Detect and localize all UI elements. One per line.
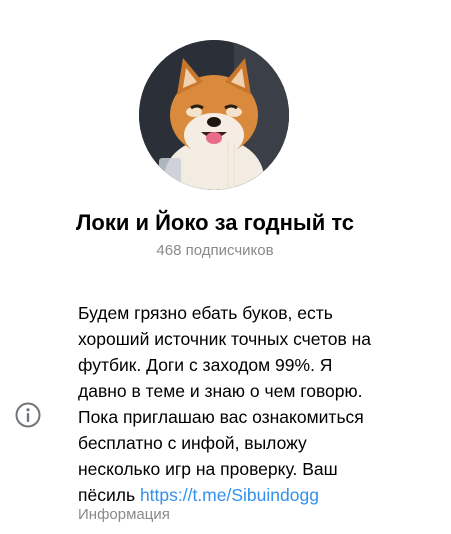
subscriber-count: 468 подписчиков	[156, 242, 274, 259]
channel-description: Будем грязно ебать буков, есть хороший и…	[78, 300, 423, 508]
description-line: бесплатно с инфой, выложу	[78, 433, 307, 453]
info-label: Информация	[78, 506, 170, 523]
description-line: Пока приглашаю вас ознакомиться	[78, 407, 364, 427]
description-line: давно в теме и знаю о чем говорю.	[78, 381, 363, 401]
description-line: Будем грязно ебать буков, есть	[78, 303, 333, 323]
shiba-dog-image	[139, 40, 289, 190]
info-icon	[14, 401, 42, 429]
description-line: футбик. Доги с заходом 99%. Я	[78, 355, 333, 375]
description-line-last: пёсиль https://t.me/Sibuindogg	[78, 482, 423, 508]
description-line: хороший источник точных счетов на	[78, 329, 372, 349]
channel-title: Локи и Йоко за годный тс	[75, 210, 355, 235]
description-line: несколько игр на проверку. Ваш	[78, 459, 338, 479]
description-text: пёсиль	[78, 485, 140, 505]
channel-link[interactable]: https://t.me/Sibuindogg	[140, 485, 319, 505]
channel-avatar[interactable]	[139, 40, 289, 190]
